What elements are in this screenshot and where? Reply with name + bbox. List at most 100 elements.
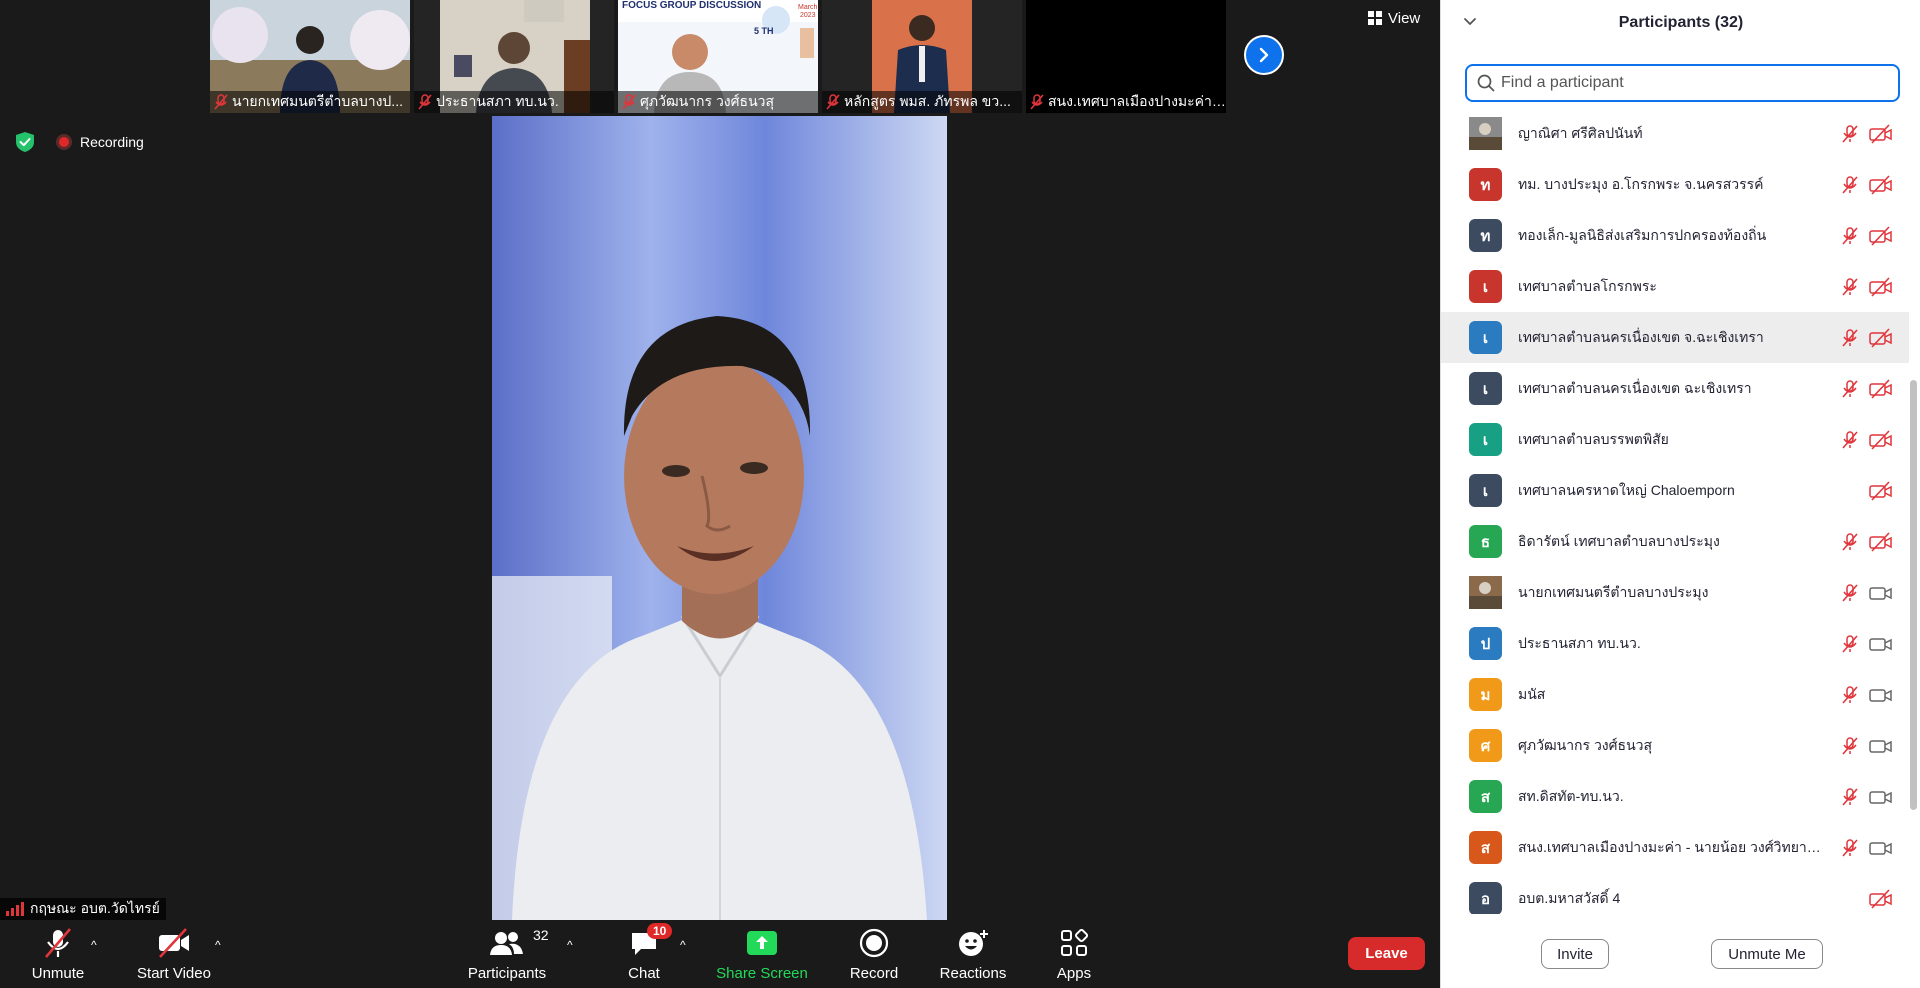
participant-row[interactable]: เ เทศบาลตำบลนครเนื่องเขต จ.ฉะเชิงเทรา bbox=[1441, 312, 1909, 363]
chevron-down-icon[interactable] bbox=[1463, 14, 1477, 28]
video-thumbnail[interactable]: นายกเทศมนตรีตำบลบางป... bbox=[210, 0, 410, 113]
apps-button[interactable]: Apps bbox=[1050, 920, 1098, 988]
recording-indicator[interactable]: Recording bbox=[56, 131, 144, 153]
participant-name: ทองเล็ก-มูลนิธิส่งเสริมการปกครองท้องถิ่น bbox=[1518, 226, 1767, 243]
mic-muted-icon[interactable] bbox=[1840, 430, 1860, 450]
mic-muted-icon[interactable] bbox=[1840, 277, 1860, 297]
thumbnail-name: นายกเทศมนตรีตำบลบางป... bbox=[232, 93, 403, 109]
video-thumbnail[interactable]: หลักสูตร พมส. ภัทรพล ขว... bbox=[822, 0, 1022, 113]
speaker-video[interactable] bbox=[492, 116, 947, 920]
participant-name: สนง.เทศบาลเมืองปางมะค่า - นายน้อย วงศ์วิ… bbox=[1518, 838, 1830, 855]
participants-button[interactable]: 32 Participants bbox=[462, 920, 552, 988]
video-off-icon[interactable] bbox=[1869, 328, 1893, 348]
video-off-icon[interactable] bbox=[1869, 175, 1893, 195]
mic-muted-icon[interactable] bbox=[1840, 838, 1860, 858]
mic-muted-icon bbox=[214, 94, 228, 110]
video-off-icon[interactable] bbox=[1869, 379, 1893, 399]
video-off-icon[interactable] bbox=[1869, 124, 1893, 144]
next-page-button[interactable] bbox=[1244, 35, 1284, 75]
mic-muted-icon[interactable] bbox=[1840, 379, 1860, 399]
participant-avatar: เ bbox=[1469, 474, 1502, 507]
video-on-icon[interactable] bbox=[1869, 634, 1893, 654]
mic-muted-icon[interactable] bbox=[1840, 124, 1860, 144]
mic-muted-icon[interactable] bbox=[1840, 583, 1860, 603]
video-on-icon[interactable] bbox=[1869, 787, 1893, 807]
participant-name: ธิดารัตน์ เทศบาลตำบลบางประมุง bbox=[1518, 532, 1720, 549]
mic-muted-icon[interactable] bbox=[1840, 532, 1860, 552]
mic-muted-icon[interactable] bbox=[1840, 634, 1860, 654]
mic-muted-icon[interactable] bbox=[1840, 226, 1860, 246]
participant-row[interactable]: อ อบต.มหาสวัสดิ์ 4 bbox=[1441, 873, 1909, 914]
video-on-icon[interactable] bbox=[1869, 685, 1893, 705]
participant-row[interactable]: เ เทศบาลตำบลนครเนื่องเขต ฉะเชิงเทรา bbox=[1441, 363, 1909, 414]
video-on-icon[interactable] bbox=[1869, 736, 1893, 756]
participants-caret-icon[interactable]: ^ bbox=[567, 938, 573, 952]
participant-search[interactable] bbox=[1465, 64, 1900, 102]
participant-row[interactable]: นายกเทศมนตรีตำบลบางประมุง bbox=[1441, 567, 1909, 618]
participant-row[interactable]: ธ ธิดารัตน์ เทศบาลตำบลบางประมุง bbox=[1441, 516, 1909, 567]
video-off-icon[interactable] bbox=[1869, 481, 1893, 501]
video-on-icon[interactable] bbox=[1869, 583, 1893, 603]
speaker-video-frame bbox=[492, 116, 947, 920]
participant-list-scrollbar[interactable] bbox=[1910, 160, 1917, 960]
unmute-button[interactable]: Unmute bbox=[22, 920, 94, 988]
chat-button[interactable]: 10 Chat bbox=[616, 920, 673, 988]
participant-row[interactable]: ม มนัส bbox=[1441, 669, 1909, 720]
thumbnail-name: หลักสูตร พมส. ภัทรพล ขว... bbox=[844, 93, 1011, 109]
video-options-caret-icon[interactable]: ^ bbox=[215, 938, 221, 952]
participant-row[interactable]: ศ ศุภวัฒนากร วงศ์ธนวสุ bbox=[1441, 720, 1909, 771]
mic-muted-icon bbox=[45, 928, 71, 958]
invite-button[interactable]: Invite bbox=[1541, 939, 1609, 969]
video-off-icon[interactable] bbox=[1869, 277, 1893, 297]
mic-muted-icon[interactable] bbox=[1840, 787, 1860, 807]
video-off-icon[interactable] bbox=[1869, 226, 1893, 246]
thumbnail-strip: นายกเทศมนตรีตำบลบางป... ประธานสภา ทบ.นว. bbox=[210, 0, 1226, 113]
thumbnail-namebar: สนง.เทศบาลเมืองปางมะค่า ... bbox=[1026, 91, 1226, 113]
mic-muted-icon[interactable] bbox=[1840, 175, 1860, 195]
unmute-me-button[interactable]: Unmute Me bbox=[1711, 939, 1823, 969]
chat-caret-icon[interactable]: ^ bbox=[680, 938, 686, 952]
participant-row[interactable]: ป ประธานสภา ทบ.นว. bbox=[1441, 618, 1909, 669]
participant-avatar: ส bbox=[1469, 831, 1502, 864]
start-video-label: Start Video bbox=[137, 965, 211, 982]
participant-row[interactable]: เ เทศบาลตำบลบรรพตพิสัย bbox=[1441, 414, 1909, 465]
audio-options-caret-icon[interactable]: ^ bbox=[91, 938, 97, 952]
mic-muted-icon bbox=[418, 94, 432, 110]
participant-row[interactable]: ส สนง.เทศบาลเมืองปางมะค่า - นายน้อย วงศ์ว… bbox=[1441, 822, 1909, 873]
mic-muted-icon[interactable] bbox=[1840, 736, 1860, 756]
unmute-label: Unmute bbox=[31, 965, 85, 982]
record-button[interactable]: Record bbox=[844, 920, 904, 988]
mic-muted-icon[interactable] bbox=[1840, 685, 1860, 705]
search-input[interactable] bbox=[1501, 74, 1881, 92]
video-on-icon[interactable] bbox=[1869, 838, 1893, 858]
video-off-icon[interactable] bbox=[1869, 889, 1893, 909]
video-thumbnail[interactable]: สนง.เทศบาลเมืองปางมะค่า ... bbox=[1026, 0, 1226, 113]
participant-photo-avatar bbox=[1469, 117, 1502, 150]
video-off-icon[interactable] bbox=[1869, 532, 1893, 552]
share-screen-button[interactable]: Share Screen bbox=[712, 920, 812, 988]
participant-name: นายกเทศมนตรีตำบลบางประมุง bbox=[1518, 583, 1709, 600]
participant-row[interactable]: เ เทศบาลตำบลโกรกพระ bbox=[1441, 261, 1909, 312]
leave-button[interactable]: Leave bbox=[1348, 937, 1425, 970]
reactions-button[interactable]: Reactions bbox=[937, 920, 1009, 988]
participant-avatar: เ bbox=[1469, 270, 1502, 303]
participant-row[interactable]: ท ทองเล็ก-มูลนิธิส่งเสริมการปกครองท้องถิ่… bbox=[1441, 210, 1909, 261]
scroll-thumb[interactable] bbox=[1910, 380, 1917, 810]
video-off-icon[interactable] bbox=[1869, 430, 1893, 450]
video-thumbnail[interactable]: FOCUS GROUP DISCUSSION 5 TH March 2023 ศ… bbox=[618, 0, 818, 113]
participants-count: 32 bbox=[533, 927, 549, 943]
shield-check-icon[interactable] bbox=[14, 131, 36, 153]
panel-footer: Invite Unmute Me bbox=[1441, 928, 1920, 978]
participant-row[interactable]: ญาณิศา ศรีศิลปนันท์ bbox=[1441, 108, 1909, 159]
start-video-button[interactable]: Start Video bbox=[130, 920, 218, 988]
participant-row[interactable]: เ เทศบาลนครหาดใหญ่ Chaloemporn bbox=[1441, 465, 1909, 516]
participant-avatar: ท bbox=[1469, 219, 1502, 252]
mic-muted-icon[interactable] bbox=[1840, 328, 1860, 348]
thumbnail-namebar: ประธานสภา ทบ.นว. bbox=[414, 91, 614, 113]
participant-row[interactable]: ท ทม. บางประมุง อ.โกรกพระ จ.นครสวรรค์ bbox=[1441, 159, 1909, 210]
participant-name: เทศบาลนครหาดใหญ่ Chaloemporn bbox=[1518, 481, 1735, 498]
participant-avatar: เ bbox=[1469, 372, 1502, 405]
video-thumbnail[interactable]: ประธานสภา ทบ.นว. bbox=[414, 0, 614, 113]
view-button[interactable]: View bbox=[1360, 6, 1428, 30]
participant-row[interactable]: ส สท.ดิสทัต-ทบ.นว. bbox=[1441, 771, 1909, 822]
